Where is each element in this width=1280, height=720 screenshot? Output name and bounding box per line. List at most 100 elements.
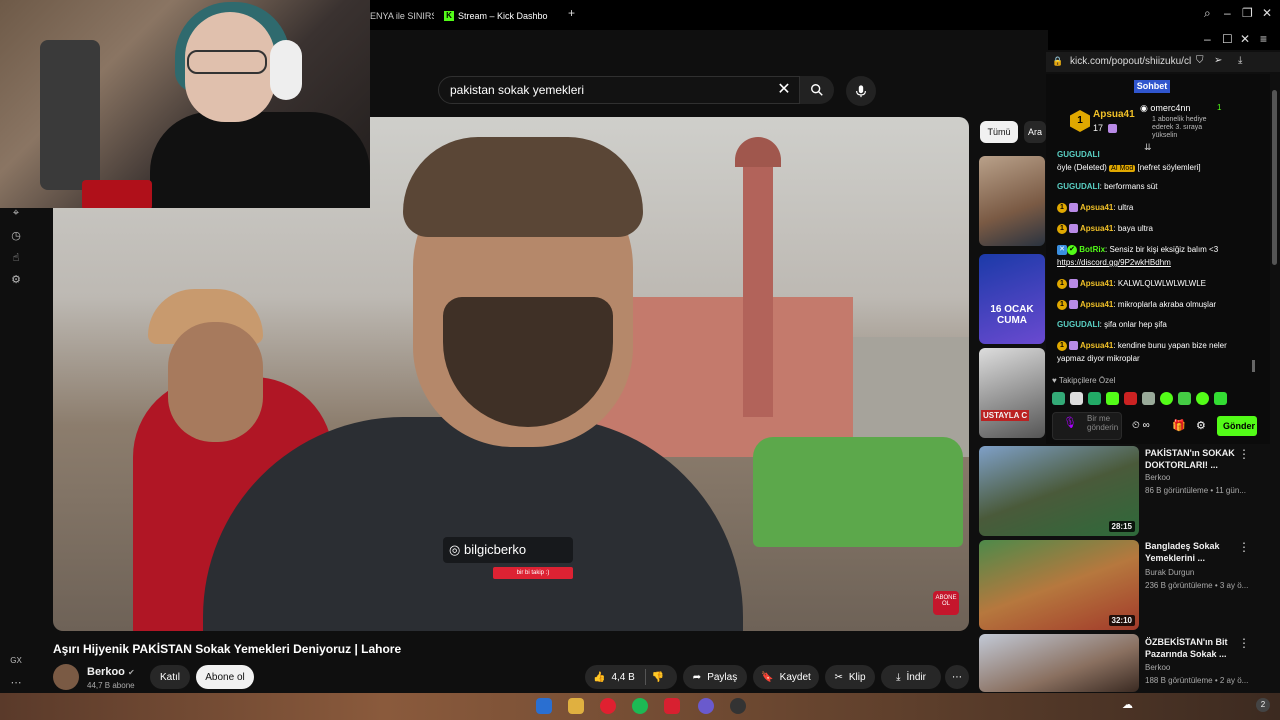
chat-username[interactable]: GUGUDALI: [1057, 320, 1100, 329]
pinned-count: 17: [1093, 123, 1119, 134]
subscribe-button[interactable]: Abone ol: [196, 665, 254, 689]
save-button[interactable]: 🔖 Kaydet: [753, 665, 819, 689]
emote-icon[interactable]: [1178, 392, 1191, 405]
join-button[interactable]: Katıl: [150, 665, 190, 689]
tab-enya[interactable]: ENYA ile SINIRS: [370, 6, 434, 26]
close-window-icon[interactable]: ✕: [1262, 6, 1272, 20]
emote-icon[interactable]: [1106, 392, 1119, 405]
rec-title[interactable]: Bangladeş Sokak Yemeklerini ...: [1145, 540, 1235, 564]
minimize-icon[interactable]: –: [1224, 6, 1231, 20]
rec-channel[interactable]: Burak Durgun: [1145, 567, 1255, 579]
notification-icon[interactable]: 2: [1256, 698, 1270, 712]
emote-icon[interactable]: [1214, 392, 1227, 405]
gift-icon: [1069, 224, 1078, 234]
rec-menu-icon[interactable]: ⋮: [1238, 447, 1250, 461]
slow-mode-indicator: ⏲ ∞: [1132, 420, 1150, 431]
popup-close-icon[interactable]: ✕: [1240, 32, 1250, 46]
rec-thumbnail[interactable]: USTAYLA C: [979, 348, 1045, 438]
rec-title[interactable]: PAKİSTAN'ın SOKAK DOKTORLARI! ...: [1145, 447, 1235, 471]
send-icon[interactable]: ➢: [1214, 55, 1222, 66]
search-input[interactable]: pakistan sokak yemekleri: [438, 76, 800, 104]
tab-kick-dashboard[interactable]: K Stream – Kick Dashbo: [444, 6, 562, 26]
opera-gx-icon[interactable]: [600, 698, 616, 714]
chat-username[interactable]: GUGUDALI: [1057, 150, 1100, 159]
pinned-gifter[interactable]: ◉ omerc4nn: [1140, 103, 1190, 114]
search-tabs-icon[interactable]: ⌕: [1204, 6, 1211, 21]
chat-username[interactable]: Apsua41: [1080, 279, 1113, 288]
emote-icon[interactable]: [1124, 392, 1137, 405]
popup-menu-icon[interactable]: ≡: [1260, 32, 1267, 46]
clip-label: Klip: [848, 671, 866, 683]
chat-message: 1 Apsua41: mikroplarla akraba olmuşlar: [1057, 298, 1252, 311]
chat-settings-icon[interactable]: ⚙: [1196, 419, 1206, 432]
obs-icon[interactable]: [730, 698, 746, 714]
popup-minimize-icon[interactable]: –: [1204, 32, 1211, 46]
emote-icon[interactable]: [1160, 392, 1173, 405]
chat-username[interactable]: Apsua41: [1080, 300, 1113, 309]
more-actions-button[interactable]: ⋯: [945, 665, 969, 689]
pinned-user[interactable]: Apsua41: [1093, 109, 1135, 120]
rec-thumbnail[interactable]: 16 OCAK CUMA: [979, 254, 1045, 344]
chat-username[interactable]: GUGUDALI: [1057, 182, 1100, 191]
discord-icon[interactable]: [698, 698, 714, 714]
rec-title[interactable]: ÖZBEKİSTAN'ın Bit Pazarında Sokak ...: [1145, 636, 1235, 660]
tray-icon[interactable]: ☁: [1122, 698, 1138, 714]
chat-input[interactable]: 🎙 Bir me gönderin: [1052, 412, 1122, 440]
chat-username[interactable]: Apsua41: [1080, 224, 1113, 233]
filter-chip-all[interactable]: Tümü: [980, 121, 1018, 143]
spotify-icon[interactable]: [632, 698, 648, 714]
emote-icon[interactable]: [1142, 392, 1155, 405]
rec-thumbnail[interactable]: [979, 634, 1139, 692]
chat-username[interactable]: Apsua41: [1080, 203, 1113, 212]
share-button[interactable]: ➦ Paylaş: [683, 665, 747, 689]
like-icon[interactable]: ☝: [8, 251, 24, 267]
search-button[interactable]: [800, 76, 834, 104]
clip-button[interactable]: ✂ Klip: [825, 665, 875, 689]
page-scrollbar[interactable]: [1272, 90, 1277, 265]
chat-username[interactable]: BotRix: [1079, 245, 1105, 254]
voice-search-button[interactable]: [846, 76, 876, 106]
download-icon[interactable]: ⤓: [1238, 55, 1242, 66]
avatar[interactable]: [53, 664, 79, 690]
rec-channel[interactable]: Berkoo: [1145, 662, 1255, 674]
clear-search-icon[interactable]: ✕: [774, 80, 794, 100]
popup-maximize-icon[interactable]: ☐: [1222, 32, 1233, 46]
subscribe-watermark[interactable]: ABONE OL: [933, 591, 959, 615]
popup-address-bar[interactable]: 🔒 kick.com/popout/shiizuku/cl ⛉ ➢ ⤓: [1046, 52, 1280, 72]
rec-thumbnail[interactable]: 32:10: [979, 540, 1139, 630]
more-icon[interactable]: ⋯: [8, 676, 24, 692]
shield-icon[interactable]: ⛉: [1196, 55, 1204, 66]
slow-mode-text: ∞: [1142, 420, 1150, 431]
rec-menu-icon[interactable]: ⋮: [1238, 636, 1250, 650]
history-icon[interactable]: ◷: [8, 229, 24, 245]
new-tab-button[interactable]: +: [568, 6, 575, 20]
thumbs-down-icon[interactable]: 👎: [652, 672, 664, 683]
gift-box-icon[interactable]: 🎁: [1172, 419, 1186, 432]
chat-tab[interactable]: Sohbet: [1134, 80, 1170, 93]
rec-menu-icon[interactable]: ⋮: [1238, 540, 1250, 554]
send-button[interactable]: Gönder: [1217, 416, 1257, 436]
shorts-icon[interactable]: ⌖: [8, 207, 24, 223]
video-frame-minaret: [743, 157, 773, 417]
settings-icon[interactable]: ⚙: [8, 273, 24, 289]
thumbs-up-icon[interactable]: 👍: [593, 672, 605, 683]
filter-chip-search[interactable]: Ara: [1024, 121, 1046, 143]
chat-scrollbar[interactable]: [1252, 360, 1255, 372]
youtube-icon[interactable]: [664, 698, 680, 714]
chat-link[interactable]: https://discord.gg/9P2wkHBdhm: [1057, 258, 1171, 267]
chat-username[interactable]: Apsua41: [1080, 341, 1113, 350]
mic-icon[interactable]: 🎙: [1063, 418, 1077, 429]
channel-name[interactable]: Berkoo ✔: [87, 666, 135, 678]
rec-thumbnail[interactable]: 28:15: [979, 446, 1139, 536]
channel-name-text: Berkoo: [87, 666, 125, 678]
folder-icon[interactable]: [568, 698, 584, 714]
rec-channel[interactable]: Berkoo: [1145, 472, 1255, 484]
rec-thumbnail[interactable]: [979, 156, 1045, 246]
emote-icon[interactable]: [1088, 392, 1101, 405]
download-button[interactable]: ⤓ İndir: [881, 665, 941, 689]
emote-icon[interactable]: [1052, 392, 1065, 405]
explorer-icon[interactable]: [536, 698, 552, 714]
restore-icon[interactable]: ❐: [1242, 6, 1253, 20]
emote-icon[interactable]: [1196, 392, 1209, 405]
emote-icon[interactable]: [1070, 392, 1083, 405]
